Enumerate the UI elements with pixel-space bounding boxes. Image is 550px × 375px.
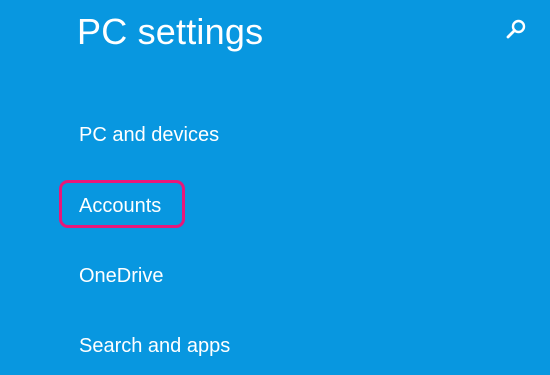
nav-item-pc-and-devices[interactable]: PC and devices	[79, 122, 219, 148]
nav-item-onedrive[interactable]: OneDrive	[79, 263, 163, 289]
nav-item-search-and-apps[interactable]: Search and apps	[79, 333, 230, 359]
nav-item-accounts[interactable]: Accounts	[79, 193, 161, 219]
settings-nav-list: PC and devices Accounts OneDrive Search …	[0, 0, 550, 375]
